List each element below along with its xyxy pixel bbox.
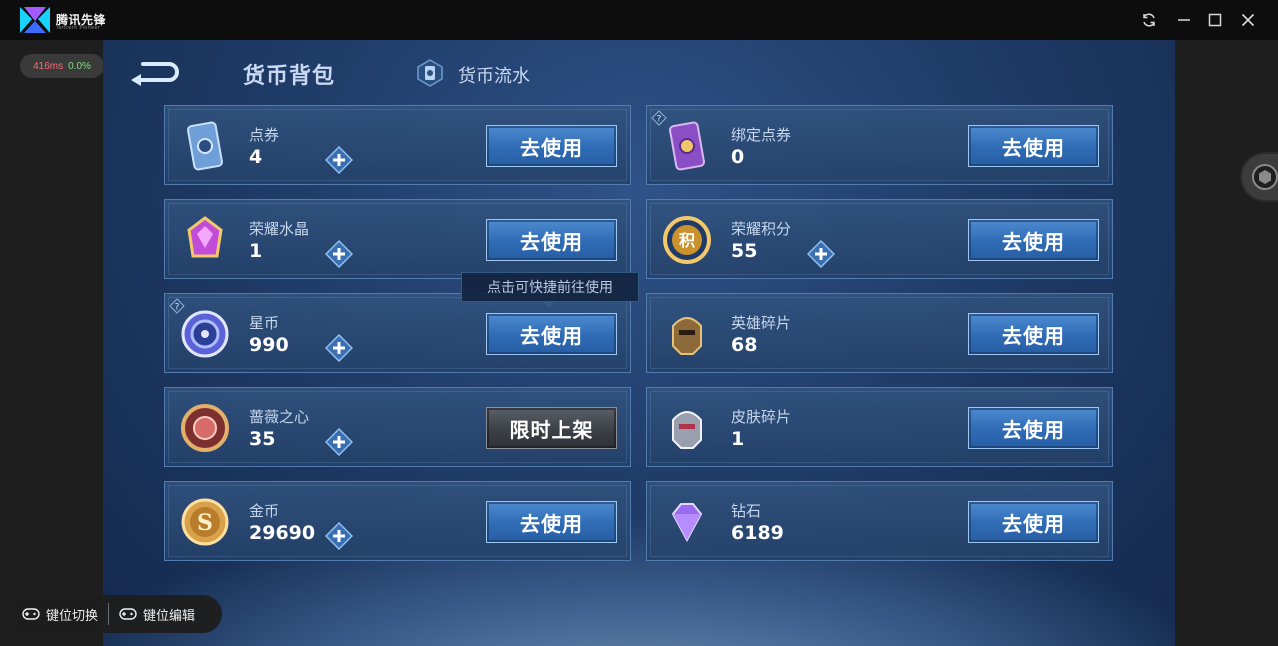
game-screen: 货币背包 货币流水 点券 4 去使用? 绑定点券 0 去使用 荣耀水晶 1 去使用积荣耀积分 55… xyxy=(103,40,1175,646)
latency-value: 416ms xyxy=(33,60,64,72)
currency-value: 29690 xyxy=(249,522,316,544)
currency-card: 钻石 6189 去使用 xyxy=(646,481,1113,561)
currency-name: 星币 xyxy=(249,314,280,332)
use-button[interactable]: 去使用 xyxy=(968,219,1099,261)
currency-value: 35 xyxy=(249,428,276,450)
key-edit-button[interactable]: 键位编辑 xyxy=(109,595,205,633)
hero-fragment-icon xyxy=(672,317,702,355)
app-subtitle: Tencent Pioneer xyxy=(56,25,101,31)
minimize-button[interactable] xyxy=(1172,8,1196,32)
gamepad-icon xyxy=(119,608,137,620)
float-menu-icon xyxy=(1252,164,1278,190)
use-button[interactable]: 去使用 xyxy=(968,407,1099,449)
currency-value: 1 xyxy=(731,428,745,450)
tab-currency-flow[interactable]: 货币流水 xyxy=(458,62,530,88)
gold-coin-icon: S xyxy=(181,498,229,546)
currency-name: 绑定点券 xyxy=(731,126,792,144)
window-titlebar: 腾讯先锋 Tencent Pioneer xyxy=(0,0,1278,40)
skin-fragment-icon xyxy=(672,411,702,449)
tab-currency-bag[interactable]: 货币背包 xyxy=(243,58,335,90)
help-icon[interactable]: ? xyxy=(169,298,185,314)
add-currency-button[interactable] xyxy=(325,334,353,362)
glory-crystal-icon xyxy=(187,216,223,258)
currency-value: 0 xyxy=(731,146,745,168)
close-icon xyxy=(1241,13,1255,27)
use-button[interactable]: 去使用 xyxy=(968,313,1099,355)
currency-card: 蔷薇之心 35 限时上架 xyxy=(164,387,631,467)
refresh-button[interactable] xyxy=(1137,8,1161,32)
voucher-icon xyxy=(187,121,223,171)
add-currency-button[interactable] xyxy=(325,428,353,456)
close-button[interactable] xyxy=(1236,8,1260,32)
help-icon[interactable]: ? xyxy=(651,110,667,126)
use-button[interactable]: 去使用 xyxy=(968,501,1099,543)
glory-points-icon: 积 xyxy=(663,216,711,264)
currency-card: S 金币 29690 去使用 xyxy=(164,481,631,561)
add-currency-button[interactable] xyxy=(325,522,353,550)
left-side-panel xyxy=(0,40,103,646)
refresh-icon xyxy=(1143,13,1155,27)
currency-name: 点券 xyxy=(249,126,280,144)
currency-value: 55 xyxy=(731,240,758,262)
key-switch-label: 键位切换 xyxy=(46,608,99,624)
key-edit-label: 键位编辑 xyxy=(143,608,196,624)
tooltip: 点击可快捷前往使用 xyxy=(461,272,639,302)
diamond-icon xyxy=(671,503,703,543)
currency-value: 990 xyxy=(249,334,289,356)
star-coin-icon xyxy=(181,310,229,358)
currency-name: 皮肤碎片 xyxy=(731,408,792,426)
add-currency-button[interactable] xyxy=(807,240,835,268)
add-currency-button[interactable] xyxy=(325,146,353,174)
currency-name: 蔷薇之心 xyxy=(249,408,310,426)
currency-value: 6189 xyxy=(731,522,784,544)
maximize-icon xyxy=(1208,13,1222,27)
currency-card: 荣耀水晶 1 去使用 xyxy=(164,199,631,279)
bound-voucher-icon xyxy=(669,121,705,171)
currency-card: ? 绑定点券 0 去使用 xyxy=(646,105,1113,185)
minimize-icon xyxy=(1178,19,1190,21)
currency-flow-icon xyxy=(417,59,443,87)
tooltip-arrow xyxy=(543,302,555,308)
key-switch-button[interactable]: 键位切换 xyxy=(12,595,108,633)
use-button[interactable]: 去使用 xyxy=(486,125,617,167)
currency-name: 钻石 xyxy=(731,502,762,520)
right-side-panel xyxy=(1175,40,1278,646)
use-button[interactable]: 去使用 xyxy=(486,501,617,543)
svg-text:S: S xyxy=(197,510,213,536)
limited-time-button[interactable]: 限时上架 xyxy=(486,407,617,449)
app-logo xyxy=(20,7,50,33)
currency-value: 1 xyxy=(249,240,263,262)
currency-card: 英雄碎片 68 去使用 xyxy=(646,293,1113,373)
currency-card: ? 星币 990 去使用 xyxy=(164,293,631,373)
maximize-button[interactable] xyxy=(1203,8,1227,32)
network-stats: 416ms 0.0% xyxy=(20,54,104,78)
currency-value: 68 xyxy=(731,334,758,356)
gamepad-icon xyxy=(22,608,40,620)
packet-loss-value: 0.0% xyxy=(68,60,91,72)
currency-value: 4 xyxy=(249,146,263,168)
use-button[interactable]: 去使用 xyxy=(486,313,617,355)
svg-text:积: 积 xyxy=(679,231,695,250)
currency-card: 积 荣耀积分 55 去使用 xyxy=(646,199,1113,279)
currency-card: 点券 4 去使用 xyxy=(164,105,631,185)
svg-text:?: ? xyxy=(175,303,180,313)
currency-card: 皮肤碎片 1 去使用 xyxy=(646,387,1113,467)
currency-name: 荣耀水晶 xyxy=(249,220,310,238)
back-arrow-icon[interactable] xyxy=(129,58,185,88)
use-button[interactable]: 去使用 xyxy=(486,219,617,261)
currency-name: 英雄碎片 xyxy=(731,314,792,332)
rose-heart-icon xyxy=(181,404,229,452)
svg-text:?: ? xyxy=(657,115,662,125)
currency-name: 荣耀积分 xyxy=(731,220,792,238)
key-mapping-bar: 键位切换 键位编辑 xyxy=(12,595,222,633)
add-currency-button[interactable] xyxy=(325,240,353,268)
currency-name: 金币 xyxy=(249,502,280,520)
use-button[interactable]: 去使用 xyxy=(968,125,1099,167)
